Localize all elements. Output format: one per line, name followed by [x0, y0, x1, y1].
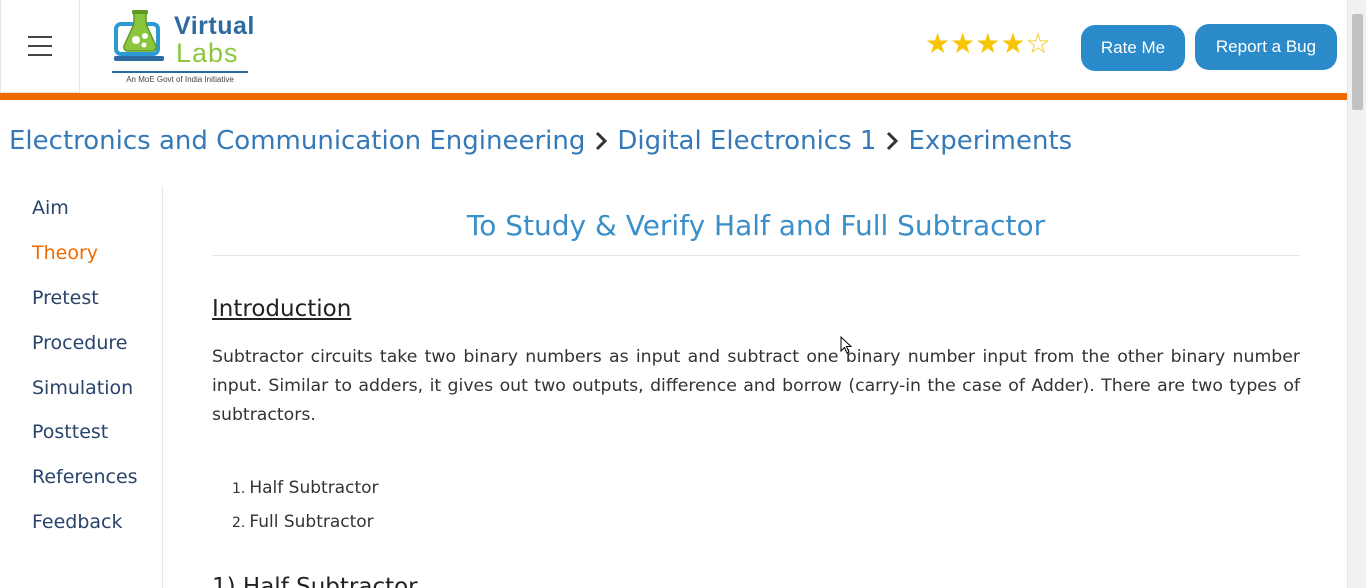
section-heading-half-subtractor: 1) Half Subtractor: [212, 574, 418, 588]
vertical-scrollbar[interactable]: [1347, 0, 1366, 588]
hamburger-icon-bar: [28, 36, 52, 38]
rate-me-button[interactable]: Rate Me: [1081, 25, 1185, 71]
list-item: 1. Half Subtractor: [232, 478, 379, 498]
breadcrumb-experiments[interactable]: Experiments: [908, 126, 1072, 156]
list-item-text: Half Subtractor: [249, 478, 379, 498]
header: Virtual Labs An MoE Govt of India Initia…: [0, 0, 1347, 93]
page-title: To Study & Verify Half and Full Subtract…: [466, 209, 1046, 242]
breadcrumb: Electronics and Communication Engineerin…: [9, 126, 1072, 156]
rating-stars[interactable]: ★ ★ ★ ★ ☆: [925, 30, 1051, 58]
logo-tagline: An MoE Govt of India Initiative: [112, 71, 248, 84]
title-divider: [212, 255, 1300, 256]
logo-text-labs: Labs: [176, 38, 239, 68]
star-filled-icon[interactable]: ★: [1000, 30, 1025, 58]
sidebar-nav: Aim Theory Pretest Procedure Simulation …: [0, 186, 163, 588]
sidebar-item-theory[interactable]: Theory: [32, 242, 98, 264]
chevron-right-icon: [596, 131, 608, 151]
sidebar-item-feedback[interactable]: Feedback: [32, 511, 122, 533]
breadcrumb-lab[interactable]: Digital Electronics 1: [617, 126, 876, 156]
header-accent-bar: [0, 93, 1347, 100]
chevron-right-icon: [887, 131, 899, 151]
sidebar-item-pretest[interactable]: Pretest: [32, 287, 99, 309]
hamburger-icon-bar: [28, 45, 52, 47]
star-filled-icon[interactable]: ★: [950, 30, 975, 58]
logo-text-virtual: Virtual: [174, 12, 255, 40]
sidebar-item-procedure[interactable]: Procedure: [32, 332, 127, 354]
mouse-pointer-icon: [840, 336, 852, 354]
breadcrumb-discipline[interactable]: Electronics and Communication Engineerin…: [9, 126, 585, 156]
sidebar-item-references[interactable]: References: [32, 466, 138, 488]
scrollbar-thumb[interactable]: [1352, 14, 1363, 110]
report-bug-button[interactable]: Report a Bug: [1195, 24, 1337, 70]
section-heading-introduction: Introduction: [212, 296, 352, 322]
sidebar-item-simulation[interactable]: Simulation: [32, 377, 133, 399]
list-item-text: Full Subtractor: [249, 512, 374, 532]
star-filled-icon[interactable]: ★: [925, 30, 950, 58]
intro-paragraph: Subtractor circuits take two binary numb…: [212, 347, 1300, 425]
sidebar-item-aim[interactable]: Aim: [32, 197, 69, 219]
menu-toggle-button[interactable]: [0, 0, 80, 93]
star-filled-icon[interactable]: ★: [975, 30, 1000, 58]
subtractor-types-list: 1. Half Subtractor 2. Full Subtractor: [232, 474, 379, 542]
sidebar-item-posttest[interactable]: Posttest: [32, 421, 108, 443]
list-item: 2. Full Subtractor: [232, 512, 374, 532]
star-empty-icon[interactable]: ☆: [1025, 30, 1050, 58]
hamburger-icon-bar: [28, 54, 52, 56]
virtual-labs-logo[interactable]: Virtual Labs An MoE Govt of India Initia…: [110, 8, 260, 86]
logo-flask-icon: [114, 10, 164, 61]
